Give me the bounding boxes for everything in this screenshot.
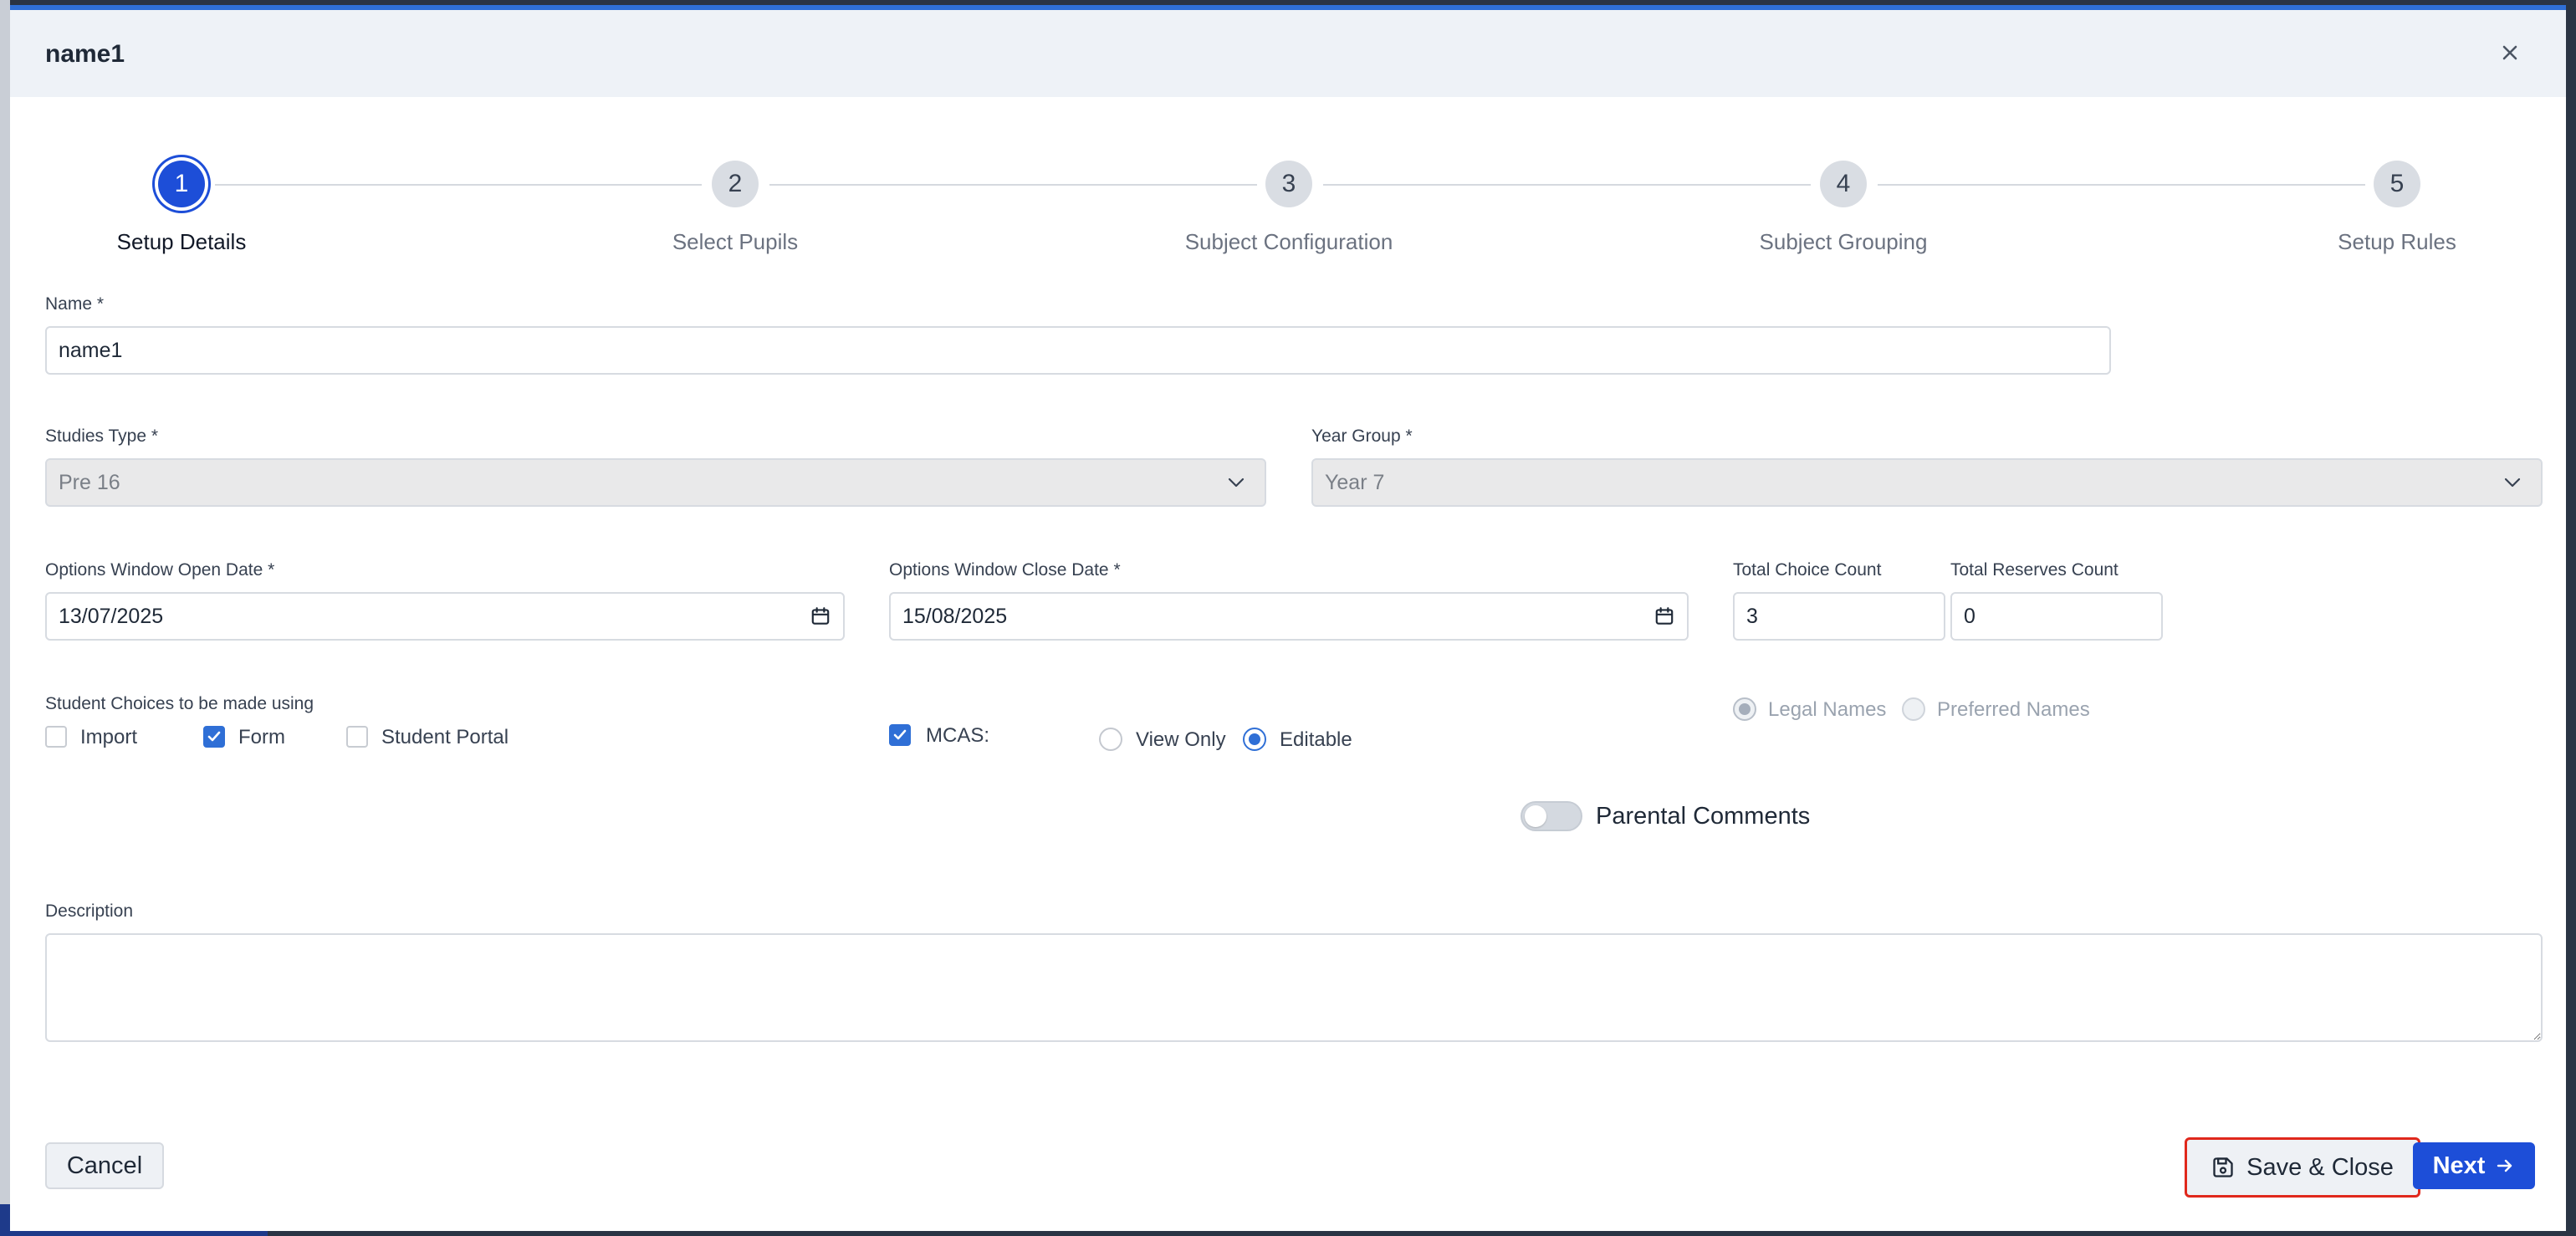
total-choice-label: Total Choice Count [1733, 560, 1882, 580]
close-icon[interactable] [2497, 40, 2522, 65]
step-subject-grouping[interactable]: 4 Subject Grouping [1718, 149, 1969, 255]
year-group-value: Year 7 [1325, 470, 1385, 494]
step-label: Setup Rules [2338, 229, 2456, 254]
preferred-names-radio[interactable] [1902, 697, 1925, 721]
arrow-right-icon [2497, 1159, 2512, 1172]
save-close-label: Save & Close [2246, 1153, 2394, 1181]
setup-modal: name1 1 Setup Details 2 Select Pupils 3 … [10, 5, 2566, 1231]
cancel-button[interactable]: Cancel [45, 1142, 164, 1189]
parental-comments-toggle[interactable] [1521, 801, 1582, 831]
total-reserves-label: Total Reserves Count [1950, 560, 2119, 580]
description-textarea[interactable] [45, 933, 2543, 1042]
view-only-label: View Only [1136, 728, 1226, 751]
editable-radio[interactable] [1243, 728, 1266, 751]
step-label: Subject Configuration [1184, 229, 1393, 254]
cancel-label: Cancel [66, 1152, 143, 1179]
close-date-label: Options Window Close Date * [889, 560, 1121, 580]
year-group-select[interactable]: Year 7 [1311, 458, 2543, 507]
chevron-down-icon [2504, 478, 2521, 488]
mcas-checkbox[interactable] [889, 724, 911, 746]
modal-header: name1 [10, 10, 2566, 97]
background-page [0, 0, 10, 1236]
step-number: 1 [158, 161, 205, 207]
name-value: name1 [59, 338, 123, 362]
step-label: Subject Grouping [1759, 229, 1928, 254]
open-date-label: Options Window Open Date * [45, 560, 275, 580]
total-choice-input[interactable]: 3 [1733, 592, 1945, 641]
legal-names-radio[interactable] [1733, 697, 1756, 721]
total-choice-value: 3 [1746, 604, 1758, 628]
editable-label: Editable [1280, 728, 1352, 751]
year-group-label: Year Group * [1311, 426, 1413, 446]
import-label: Import [80, 726, 138, 748]
save-close-button[interactable]: Save & Close [2185, 1137, 2420, 1198]
import-checkbox[interactable] [45, 726, 67, 748]
next-button[interactable]: Next [2413, 1142, 2535, 1189]
student-portal-label: Student Portal [381, 726, 509, 748]
description-label: Description [45, 901, 134, 921]
mcas-label: MCAS: [926, 724, 990, 747]
step-setup-details[interactable]: 1 Setup Details [56, 149, 307, 255]
legal-names-label: Legal Names [1768, 698, 1887, 721]
view-only-radio[interactable] [1099, 728, 1122, 751]
open-date-input[interactable]: 13/07/2025 [45, 592, 845, 641]
next-label: Next [2432, 1152, 2486, 1179]
name-input[interactable]: name1 [45, 326, 2111, 375]
form-checkbox[interactable] [203, 726, 225, 748]
step-select-pupils[interactable]: 2 Select Pupils [610, 149, 861, 255]
save-icon [2213, 1157, 2233, 1177]
calendar-icon[interactable] [1653, 605, 1675, 627]
student-choices-label: Student Choices to be made using [45, 694, 314, 713]
step-label: Setup Details [116, 229, 247, 254]
step-subject-configuration[interactable]: 3 Subject Configuration [1163, 149, 1414, 255]
step-number: 2 [712, 161, 759, 207]
studies-type-value: Pre 16 [59, 470, 120, 494]
chevron-down-icon [1228, 478, 1245, 488]
stepper: 1 Setup Details 2 Select Pupils 3 Subjec… [10, 149, 2566, 274]
preferred-names-label: Preferred Names [1937, 698, 2090, 721]
total-reserves-input[interactable]: 0 [1950, 592, 2163, 641]
step-number: 5 [2374, 161, 2420, 207]
step-label: Select Pupils [672, 229, 799, 254]
studies-type-label: Studies Type * [45, 426, 159, 446]
open-date-value: 13/07/2025 [59, 604, 164, 628]
step-number: 3 [1265, 161, 1312, 207]
calendar-icon[interactable] [810, 605, 831, 627]
form-label: Form [238, 726, 285, 748]
parental-comments-label: Parental Comments [1596, 803, 1811, 830]
modal-title: name1 [45, 40, 125, 68]
name-label: Name * [45, 294, 105, 314]
studies-type-select[interactable]: Pre 16 [45, 458, 1266, 507]
toggle-knob [1525, 805, 1546, 827]
student-portal-checkbox[interactable] [346, 726, 368, 748]
step-number: 4 [1820, 161, 1867, 207]
total-reserves-value: 0 [1964, 604, 1975, 628]
close-date-value: 15/08/2025 [902, 604, 1008, 628]
close-date-input[interactable]: 15/08/2025 [889, 592, 1689, 641]
step-setup-rules[interactable]: 5 Setup Rules [2272, 149, 2522, 255]
